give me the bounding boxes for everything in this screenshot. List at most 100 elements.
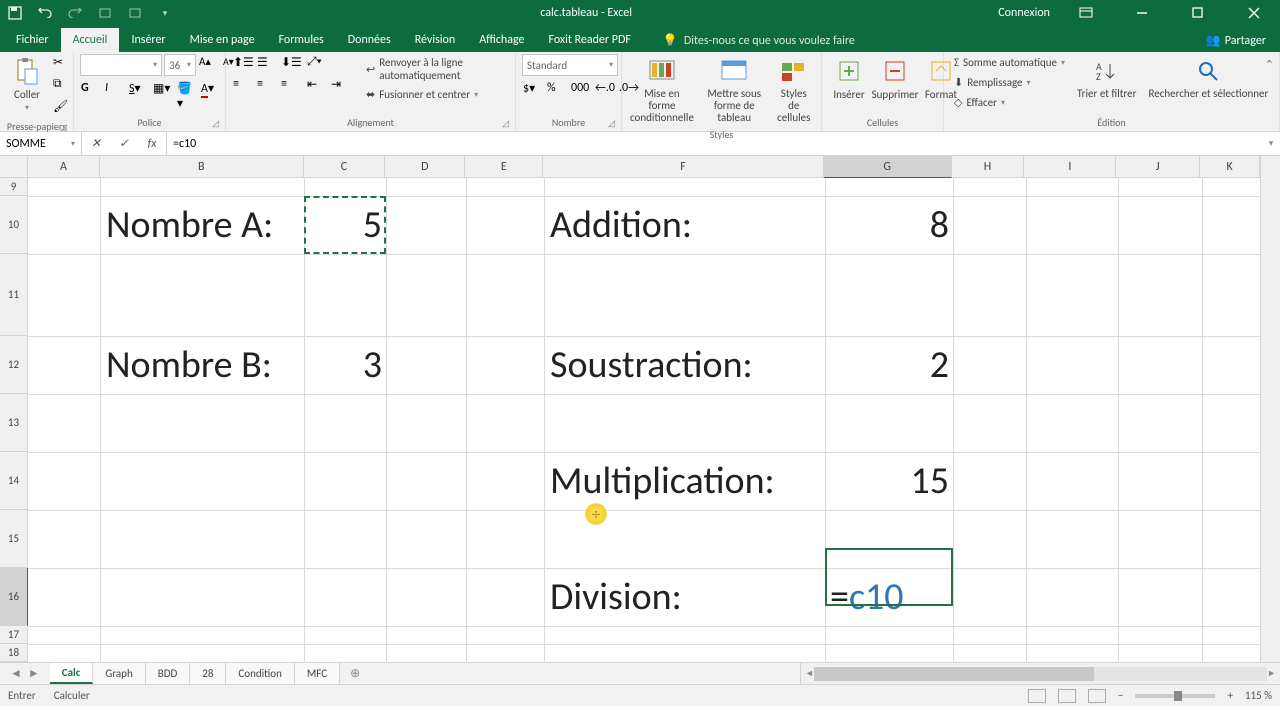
currency-icon[interactable]: $▾ [522, 80, 544, 100]
row-header-13[interactable]: 13 [0, 394, 28, 452]
cell-f14[interactable]: Multiplication: [550, 452, 825, 510]
italic-icon[interactable]: I [104, 80, 126, 100]
grow-font-icon[interactable]: A▴ [198, 54, 220, 74]
merge-button[interactable]: ⬌Fusionner et centrer▾ [362, 86, 509, 103]
tab-foxit[interactable]: Foxit Reader PDF [536, 28, 642, 52]
row-header-15[interactable]: 15 [0, 510, 28, 568]
sheet-tab-graph[interactable]: Graph [93, 663, 145, 684]
increase-indent-icon[interactable]: ⇥ [330, 76, 352, 96]
select-all-corner[interactable] [0, 156, 28, 178]
expand-formula-bar-icon[interactable]: ▾ [1262, 132, 1280, 155]
row-header-9[interactable]: 9 [0, 178, 28, 196]
align-top-icon[interactable]: ⬆☰ [232, 54, 254, 74]
col-header-H[interactable]: H [952, 156, 1025, 178]
number-launcher-icon[interactable]: ◿ [608, 118, 615, 129]
align-launcher-icon[interactable]: ◿ [502, 118, 509, 129]
decrease-indent-icon[interactable]: ⇤ [306, 76, 328, 96]
page-layout-view-icon[interactable] [1058, 689, 1076, 703]
close-icon[interactable] [1234, 0, 1274, 26]
qat-button-1[interactable] [96, 4, 114, 22]
cell-b10[interactable]: Nombre A: [106, 196, 306, 254]
share-button[interactable]: 👥 Partager [1196, 29, 1276, 52]
underline-icon[interactable]: S▾ [128, 80, 150, 100]
fx-icon[interactable]: fx [138, 132, 166, 155]
tab-affichage[interactable]: Affichage [467, 28, 536, 52]
col-header-B[interactable]: B [100, 156, 304, 178]
increase-decimal-icon[interactable]: ←.0 [594, 80, 616, 100]
col-header-C[interactable]: C [304, 156, 386, 178]
tab-formules[interactable]: Formules [267, 28, 336, 52]
col-header-F[interactable]: F [543, 156, 824, 178]
format-table-button[interactable]: Mettre sous forme de tableau [700, 54, 769, 126]
bold-icon[interactable]: G [80, 80, 102, 100]
col-header-A[interactable]: A [28, 156, 100, 178]
conditional-format-button[interactable]: Mise en forme conditionnelle [628, 54, 696, 126]
font-size-combo[interactable]: 36▾ [164, 54, 196, 76]
clipboard-launcher-icon[interactable]: ◿ [60, 122, 67, 133]
col-header-G[interactable]: G [824, 156, 952, 178]
cell-b12[interactable]: Nombre B: [106, 336, 306, 394]
align-right-icon[interactable]: ≡ [280, 76, 302, 96]
format-painter-icon[interactable]: 🖌 [52, 98, 74, 118]
row-header-17[interactable]: 17 [0, 626, 28, 644]
collapse-ribbon-icon[interactable]: ⌃ [1263, 56, 1276, 73]
autosum-button[interactable]: ΣSomme automatique▾ [950, 54, 1069, 71]
tab-inserer[interactable]: Insérer [119, 28, 177, 52]
cell-c10[interactable]: 5 [304, 196, 382, 254]
align-bottom-icon[interactable]: ⬇☰ [280, 54, 302, 74]
insert-cells-button[interactable]: Insérer [828, 54, 870, 103]
row-header-11[interactable]: 11 [0, 254, 28, 336]
row-header-16[interactable]: 16 [0, 568, 28, 626]
delete-cells-button[interactable]: Supprimer [874, 54, 916, 103]
wrap-text-button[interactable]: ↩Renvoyer à la ligne automatiquement [362, 54, 509, 84]
font-color-icon[interactable]: A▾ [200, 80, 222, 100]
percent-icon[interactable]: % [546, 80, 568, 100]
fill-color-icon[interactable]: 🪣▾ [176, 80, 198, 100]
sheet-tab-28[interactable]: 28 [190, 663, 226, 684]
spreadsheet-grid[interactable]: ABCDEFGHIJK 910111213141516171819 Nombre… [0, 156, 1280, 662]
ribbon-display-icon[interactable] [1066, 0, 1106, 26]
maximize-icon[interactable] [1178, 0, 1218, 26]
qat-customize-icon[interactable]: ▾ [156, 4, 174, 22]
vertical-scrollbar[interactable] [1260, 156, 1280, 662]
name-box[interactable]: SOMME▾ [0, 132, 82, 155]
tab-accueil[interactable]: Accueil [61, 28, 120, 52]
col-header-I[interactable]: I [1024, 156, 1116, 178]
font-name-combo[interactable]: ▾ [80, 54, 162, 76]
align-middle-icon[interactable]: ☰ [256, 54, 278, 74]
tab-fichier[interactable]: Fichier [4, 28, 61, 52]
cell-c12[interactable]: 3 [304, 336, 382, 394]
sheet-tab-condition[interactable]: Condition [226, 663, 294, 684]
sheet-tab-bdd[interactable]: BDD [146, 663, 191, 684]
cell-g16-editing[interactable]: =c10 [830, 568, 904, 626]
cell-f10[interactable]: Addition: [550, 196, 825, 254]
minimize-icon[interactable] [1122, 0, 1162, 26]
undo-icon[interactable] [36, 4, 54, 22]
sort-filter-button[interactable]: AZTrier et filtrer [1073, 54, 1140, 102]
col-header-J[interactable]: J [1116, 156, 1200, 178]
redo-icon[interactable] [66, 4, 84, 22]
signin-link[interactable]: Connexion [998, 6, 1050, 20]
cell-g14[interactable]: 15 [825, 452, 949, 510]
row-header-18[interactable]: 18 [0, 644, 28, 662]
tell-me-search[interactable]: 💡 Dites-nous ce que vous voulez faire [655, 29, 863, 52]
number-format-combo[interactable]: Standard▾ [522, 54, 618, 76]
zoom-slider[interactable] [1135, 694, 1215, 698]
sheet-tab-mfc[interactable]: MFC [295, 663, 340, 684]
save-icon[interactable] [6, 4, 24, 22]
col-header-E[interactable]: E [465, 156, 543, 178]
align-center-icon[interactable]: ≡ [256, 76, 278, 96]
horizontal-scrollbar[interactable]: ◄ ► [800, 663, 1280, 684]
col-header-D[interactable]: D [385, 156, 465, 178]
tab-mise-en-page[interactable]: Mise en page [178, 28, 267, 52]
zoom-out-icon[interactable]: − [1118, 689, 1123, 702]
sheet-tab-calc[interactable]: Calc [50, 663, 94, 684]
copy-icon[interactable]: ⧉ [52, 76, 74, 96]
row-header-12[interactable]: 12 [0, 336, 28, 394]
borders-icon[interactable]: ▦▾ [152, 80, 174, 100]
cell-g10[interactable]: 8 [825, 196, 949, 254]
comma-icon[interactable]: 000 [570, 80, 592, 100]
page-break-view-icon[interactable] [1088, 689, 1106, 703]
row-header-14[interactable]: 14 [0, 452, 28, 510]
next-sheet-icon[interactable]: ► [28, 666, 40, 681]
